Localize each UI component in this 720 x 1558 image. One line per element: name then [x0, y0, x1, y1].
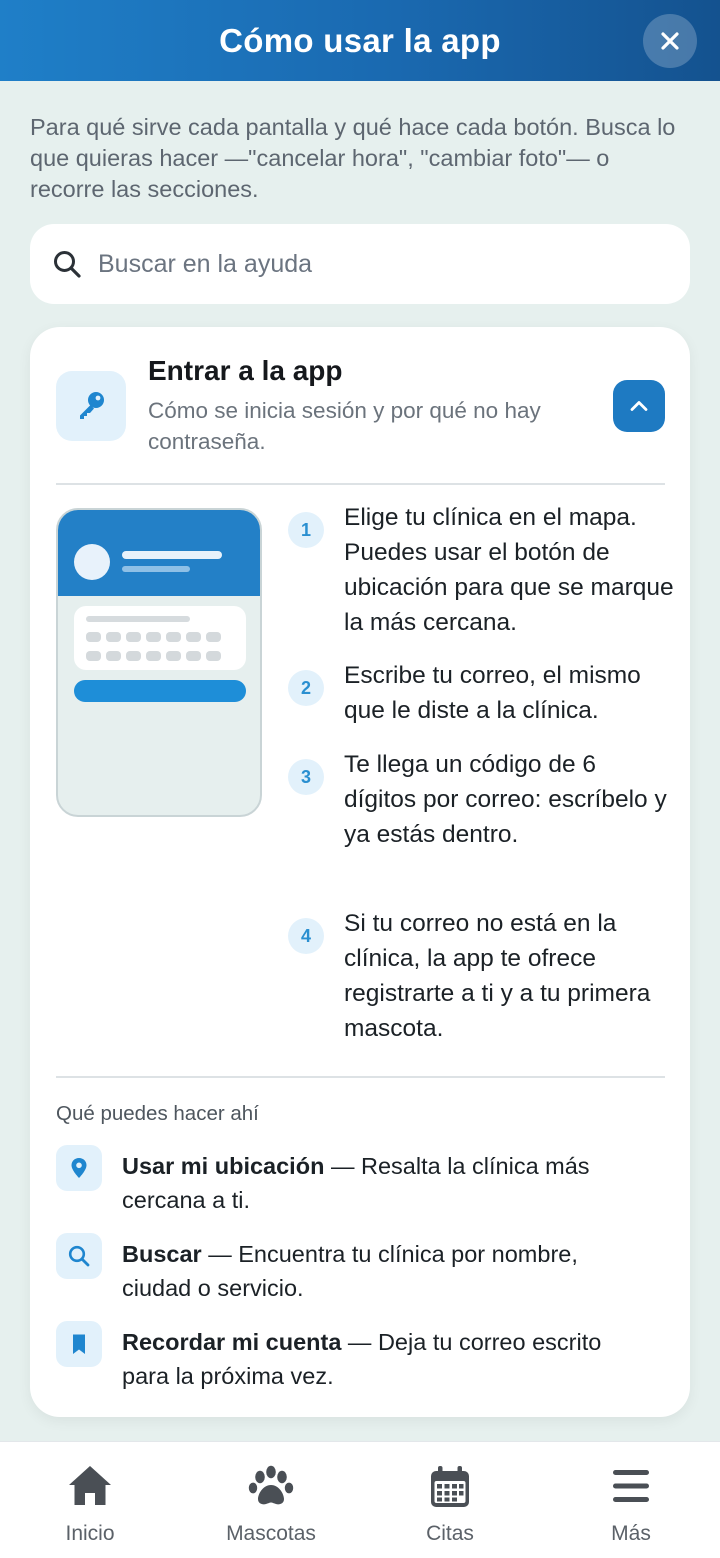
- key-icon: [80, 392, 104, 419]
- chevron-up-icon: [630, 401, 648, 411]
- step-text: Escribe tu correo, el mismo que le diste…: [344, 662, 641, 724]
- calendar-icon: [431, 1466, 469, 1507]
- paw-icon: [248, 1465, 294, 1505]
- feature-text: Buscar — Encuentra tu clínica por nombre…: [122, 1237, 652, 1305]
- close-button[interactable]: [643, 14, 697, 68]
- feature-icon-badge: [56, 1145, 102, 1191]
- nav-label: Inicio: [65, 1522, 115, 1545]
- nav-item-mas[interactable]: Más: [551, 1442, 711, 1558]
- bottom-nav: Inicio Mascotas Citas Más: [0, 1441, 720, 1558]
- feature-name: Usar mi ubicación: [122, 1153, 325, 1179]
- step-text: Te llega un código de 6 dígitos por corr…: [344, 751, 667, 848]
- collapse-section-button[interactable]: [613, 380, 665, 432]
- features-heading: Qué puedes hacer ahí: [56, 1102, 259, 1125]
- step-number: 2: [288, 670, 324, 706]
- close-icon: [661, 32, 679, 50]
- home-icon: [69, 1466, 111, 1505]
- mockup-button: [74, 680, 246, 702]
- nav-label: Mascotas: [226, 1522, 316, 1545]
- divider: [56, 1076, 665, 1078]
- search-icon: [54, 251, 81, 278]
- mockup-code-keys: [86, 632, 236, 670]
- feature-text: Recordar mi cuenta — Deja tu correo escr…: [122, 1325, 652, 1393]
- mockup-line: [86, 616, 190, 622]
- step-text: Si tu correo no está en la clínica, la a…: [344, 910, 651, 1042]
- bookmark-icon: [73, 1334, 85, 1354]
- mockup-avatar: [74, 544, 110, 580]
- mockup-line: [122, 566, 190, 572]
- step-number: 4: [288, 918, 324, 954]
- search-icon: [68, 1245, 90, 1267]
- section-subtitle: Cómo se inicia sesión y por qué no hay c…: [148, 398, 541, 454]
- feature-name: Buscar: [122, 1241, 202, 1267]
- mockup-input-box: [74, 606, 246, 670]
- nav-item-citas[interactable]: Citas: [370, 1442, 530, 1558]
- feature-icon-badge: [56, 1233, 102, 1279]
- location-pin-icon: [71, 1158, 87, 1178]
- search-input[interactable]: [98, 249, 658, 279]
- divider: [56, 483, 665, 485]
- step-text: Elige tu clínica en el mapa. Puedes usar…: [344, 504, 674, 636]
- step-number: 3: [288, 759, 324, 795]
- login-screen-illustration: [56, 508, 262, 817]
- section-title: Entrar a la app: [148, 355, 343, 386]
- intro-text: Para qué sirve cada pantalla y qué hace …: [30, 114, 676, 202]
- section-icon-badge: [56, 371, 126, 441]
- nav-item-mascotas[interactable]: Mascotas: [191, 1442, 351, 1558]
- feature-name: Recordar mi cuenta: [122, 1329, 342, 1355]
- mockup-line: [122, 551, 222, 559]
- help-search-bar[interactable]: [30, 224, 690, 304]
- page-title: Cómo usar la app: [219, 21, 501, 59]
- nav-label: Citas: [426, 1522, 474, 1545]
- help-section-card: Entrar a la app Cómo se inicia sesión y …: [30, 327, 690, 1417]
- nav-item-inicio[interactable]: Inicio: [10, 1442, 170, 1558]
- mockup-header: [58, 510, 260, 596]
- feature-icon-badge: [56, 1321, 102, 1367]
- step-number: 1: [288, 512, 324, 548]
- menu-icon: [613, 1470, 649, 1502]
- top-bar: Cómo usar la app: [0, 0, 720, 81]
- nav-label: Más: [611, 1522, 651, 1545]
- feature-text: Usar mi ubicación — Resalta la clínica m…: [122, 1149, 652, 1217]
